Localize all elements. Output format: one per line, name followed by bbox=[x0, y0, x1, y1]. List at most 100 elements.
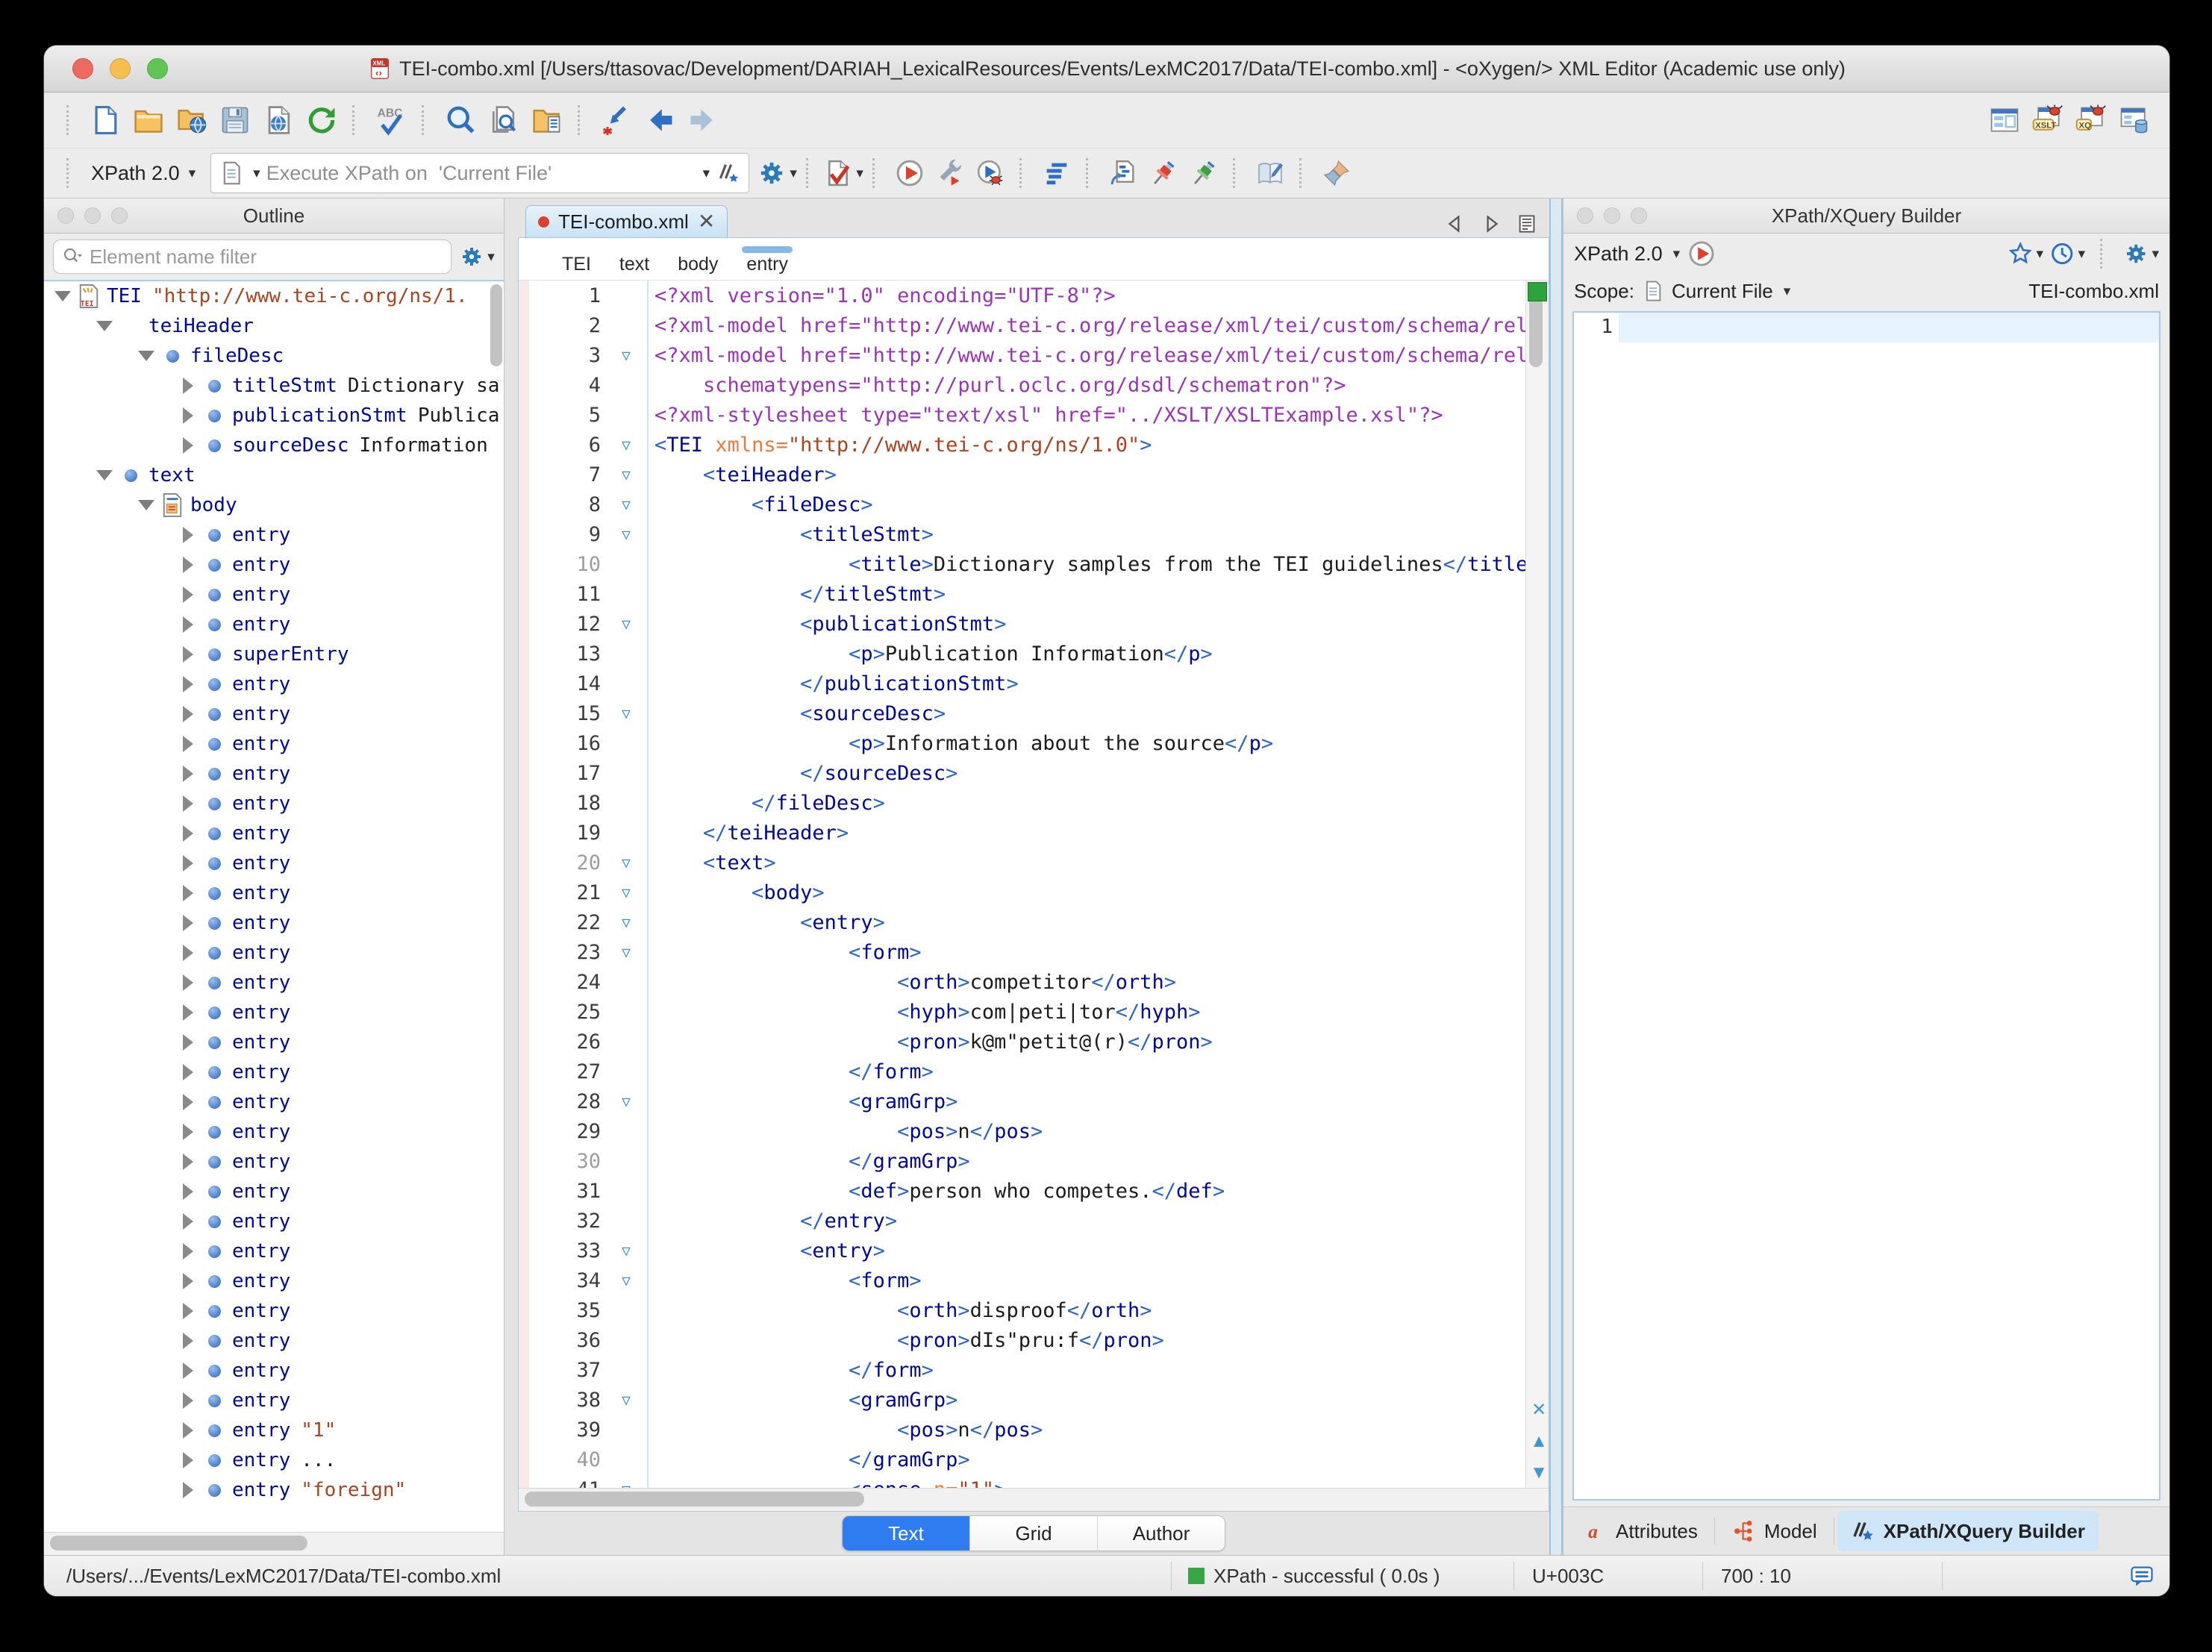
expand-arrow-icon[interactable] bbox=[177, 1064, 199, 1080]
navigate-forward-button[interactable] bbox=[681, 99, 725, 141]
scope-dropdown[interactable]: Current File bbox=[1672, 280, 1773, 303]
expand-arrow-icon[interactable] bbox=[177, 736, 199, 752]
fold-nav-icon[interactable]: ▲ bbox=[1530, 1431, 1548, 1452]
outline-tree-item[interactable]: TEITEI"http://www.tei-c.org/ns/1. bbox=[44, 281, 504, 311]
fold-toggle-icon[interactable]: ▽ bbox=[605, 346, 647, 364]
fold-nav-icon[interactable]: ✕ bbox=[1531, 1399, 1546, 1421]
expand-arrow-icon[interactable] bbox=[177, 1392, 199, 1409]
find-in-files-button[interactable] bbox=[482, 99, 525, 141]
code-line[interactable]: 17 </sourceDesc> bbox=[519, 758, 1525, 788]
outline-tree-item[interactable]: entry bbox=[44, 1296, 504, 1326]
open-url-button[interactable] bbox=[170, 99, 213, 141]
fold-toggle-icon[interactable]: ▽ bbox=[605, 495, 647, 513]
breadcrumb-item-body[interactable]: body bbox=[678, 245, 718, 275]
fold-toggle-icon[interactable]: ▽ bbox=[605, 913, 647, 931]
fold-toggle-icon[interactable]: ▽ bbox=[605, 1271, 647, 1289]
find-replace-button[interactable] bbox=[439, 99, 482, 141]
fold-toggle-icon[interactable]: ▽ bbox=[605, 1242, 647, 1260]
outline-tree-item[interactable]: entry bbox=[44, 610, 504, 639]
collapse-arrow-icon[interactable] bbox=[135, 351, 157, 361]
star-outline-button[interactable]: ▾ bbox=[2008, 237, 2043, 270]
format-indent-button[interactable] bbox=[1037, 154, 1077, 192]
outline-tree-item[interactable]: titleStmtDictionary sa bbox=[44, 371, 504, 401]
code-line[interactable]: 6▽<TEI xmlns="http://www.tei-c.org/ns/1.… bbox=[519, 430, 1525, 460]
fold-toggle-icon[interactable]: ▽ bbox=[605, 1480, 647, 1488]
outline-splitter[interactable] bbox=[504, 198, 518, 1555]
breadcrumb-item-text[interactable]: text bbox=[619, 245, 649, 275]
code-line[interactable]: 15▽ <sourceDesc> bbox=[519, 698, 1525, 728]
code-line[interactable]: 33▽ <entry> bbox=[519, 1236, 1525, 1265]
tab-model[interactable]: Model bbox=[1718, 1511, 1831, 1551]
outline-tree-item[interactable]: entry bbox=[44, 1207, 504, 1236]
expand-arrow-icon[interactable] bbox=[177, 1422, 199, 1439]
tab-xpath-xquery-builder[interactable]: XPath/XQuery Builder bbox=[1837, 1511, 2099, 1551]
expand-arrow-icon[interactable] bbox=[177, 407, 199, 424]
code-line[interactable]: 35 <orth>disproof</orth> bbox=[519, 1295, 1525, 1325]
code-line[interactable]: 7▽ <teiHeader> bbox=[519, 460, 1525, 489]
fold-toggle-icon[interactable]: ▽ bbox=[605, 1092, 647, 1110]
code-line[interactable]: 25 <hyph>com|peti|tor</hyph> bbox=[519, 997, 1525, 1027]
code-line[interactable]: 31 <def>person who competes.</def> bbox=[519, 1176, 1525, 1206]
expand-arrow-icon[interactable] bbox=[177, 1333, 199, 1349]
outline-tree-item[interactable]: entry bbox=[44, 968, 504, 998]
close-tab-icon[interactable]: ✕ bbox=[698, 211, 715, 232]
view-text-button[interactable]: Text bbox=[843, 1516, 970, 1551]
expand-arrow-icon[interactable] bbox=[177, 1183, 199, 1200]
outline-tree-item[interactable]: entry bbox=[44, 998, 504, 1027]
code-line[interactable]: 34▽ <form> bbox=[519, 1265, 1525, 1295]
expand-arrow-icon[interactable] bbox=[177, 378, 199, 394]
validate-button[interactable]: ▾ bbox=[823, 154, 863, 192]
data-source-explorer-button[interactable] bbox=[2113, 99, 2156, 141]
expand-arrow-icon[interactable] bbox=[177, 1213, 199, 1230]
outline-tree-item[interactable]: entry"foreign" bbox=[44, 1475, 504, 1505]
fold-toggle-icon[interactable]: ▽ bbox=[605, 615, 647, 633]
expand-arrow-icon[interactable] bbox=[177, 1154, 199, 1170]
code-line[interactable]: 14 </publicationStmt> bbox=[519, 669, 1525, 698]
outline-tree-item[interactable]: entry bbox=[44, 1356, 504, 1386]
validation-status-square[interactable] bbox=[1528, 282, 1547, 301]
code-line[interactable]: 38▽ <gramGrp> bbox=[519, 1385, 1525, 1415]
code-line[interactable]: 28▽ <gramGrp> bbox=[519, 1086, 1525, 1116]
next-page-button[interactable] bbox=[1476, 210, 1506, 237]
code-line[interactable]: 13 <p>Publication Information</p> bbox=[519, 639, 1525, 669]
outline-tree-item[interactable]: entry bbox=[44, 878, 504, 908]
expand-arrow-icon[interactable] bbox=[177, 1452, 199, 1468]
code-line[interactable]: 16 <p>Information about the source</p> bbox=[519, 728, 1525, 758]
outline-tree-item[interactable]: body bbox=[44, 490, 504, 520]
outline-tree-item[interactable]: superEntry bbox=[44, 639, 504, 669]
code-line[interactable]: 1<?xml version="1.0" encoding="UTF-8"?> bbox=[519, 281, 1525, 310]
code-line[interactable]: 24 <orth>competitor</orth> bbox=[519, 967, 1525, 997]
view-grid-button[interactable]: Grid bbox=[970, 1516, 1098, 1551]
outline-tree-item[interactable]: entry bbox=[44, 1177, 504, 1207]
reload-button[interactable] bbox=[300, 99, 343, 141]
expand-arrow-icon[interactable] bbox=[177, 1004, 199, 1021]
outline-tree-item[interactable]: entry"1" bbox=[44, 1415, 504, 1445]
outline-tree-item[interactable]: entry bbox=[44, 1117, 504, 1147]
history-clock-button[interactable]: ▾ bbox=[2049, 237, 2085, 270]
outline-tree-item[interactable]: entry bbox=[44, 819, 504, 848]
expand-arrow-icon[interactable] bbox=[177, 1362, 199, 1379]
xpath-version-dropdown[interactable]: XPath 2.0 bbox=[1574, 243, 1663, 266]
code-line[interactable]: 29 <pos>n</pos> bbox=[519, 1116, 1525, 1146]
xpath-settings-button[interactable]: ▾ bbox=[757, 154, 797, 192]
save-button[interactable] bbox=[213, 99, 257, 141]
tab-tei-combo-xml[interactable]: TEI-combo.xml ✕ bbox=[525, 205, 728, 237]
code-line[interactable]: 23▽ <form> bbox=[519, 937, 1525, 967]
outline-vertical-scrollbar[interactable] bbox=[490, 284, 502, 366]
expand-arrow-icon[interactable] bbox=[177, 915, 199, 931]
fold-toggle-icon[interactable]: ▽ bbox=[605, 466, 647, 484]
code-line[interactable]: 3▽<?xml-model href="http://www.tei-c.org… bbox=[519, 340, 1525, 370]
element-filter-input[interactable] bbox=[88, 245, 443, 269]
debug-xslt-button[interactable]: XSLT bbox=[2026, 99, 2069, 141]
code-line[interactable]: 12▽ <publicationStmt> bbox=[519, 609, 1525, 639]
code-line[interactable]: 8▽ <fileDesc> bbox=[519, 489, 1525, 519]
outline-tree-item[interactable]: entry bbox=[44, 1236, 504, 1266]
right-splitter[interactable] bbox=[1549, 198, 1563, 1555]
outline-tree-item[interactable]: text bbox=[44, 460, 504, 490]
prev-page-button[interactable] bbox=[1440, 210, 1470, 237]
expand-arrow-icon[interactable] bbox=[177, 586, 199, 603]
xpath-query-editor[interactable]: 1 bbox=[1572, 311, 2161, 1501]
expand-arrow-icon[interactable] bbox=[177, 437, 199, 454]
outline-tree-item[interactable]: entry bbox=[44, 729, 504, 759]
code-line[interactable]: 30 </gramGrp> bbox=[519, 1146, 1525, 1176]
